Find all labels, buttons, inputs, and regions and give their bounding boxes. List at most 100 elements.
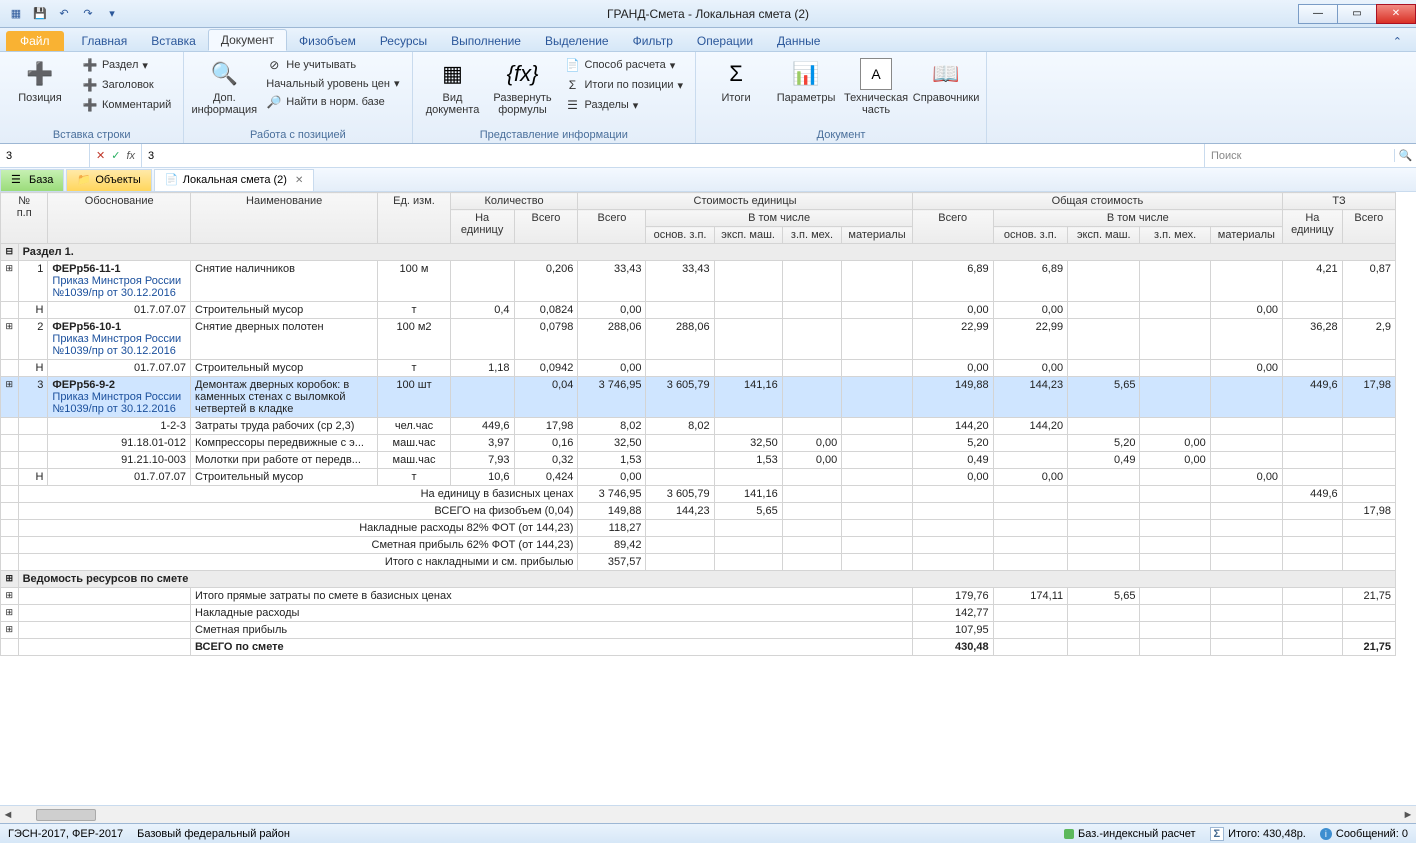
cell[interactable]: 0,16 <box>514 435 578 452</box>
cell[interactable] <box>842 520 912 537</box>
cell[interactable] <box>646 537 714 554</box>
total-row[interactable]: ⊞ Сметная прибыль 107,95 <box>1 622 1396 639</box>
tab-execution[interactable]: Выполнение <box>439 31 533 51</box>
cell[interactable] <box>1068 605 1140 622</box>
cell[interactable]: 6,89 <box>993 261 1068 302</box>
th-stoimed[interactable]: Стоимость единицы <box>578 193 912 210</box>
cell[interactable]: 144,23 <box>993 377 1068 418</box>
cell[interactable] <box>842 435 912 452</box>
status-calc-mode[interactable]: Баз.-индексный расчет <box>1064 828 1195 840</box>
komment-button[interactable]: ➕Комментарий <box>78 96 175 114</box>
cell[interactable] <box>646 554 714 571</box>
cell[interactable]: 0,00 <box>912 469 993 486</box>
cell[interactable] <box>1342 360 1395 377</box>
cell[interactable] <box>1283 360 1343 377</box>
cell[interactable]: 22,99 <box>912 319 993 360</box>
cell[interactable] <box>842 418 912 435</box>
cell[interactable] <box>842 554 912 571</box>
cell[interactable] <box>993 452 1068 469</box>
cell[interactable] <box>782 469 842 486</box>
cell[interactable] <box>1210 452 1282 469</box>
cell[interactable] <box>1210 261 1282 302</box>
th-kol-vsego[interactable]: Всего <box>514 210 578 244</box>
formula-input[interactable]: 3 <box>142 144 1204 167</box>
horizontal-scrollbar[interactable]: ◄ ► <box>0 805 1416 823</box>
cell[interactable] <box>450 261 514 302</box>
th-osnov[interactable]: основ. з.п. <box>646 227 714 244</box>
cell[interactable] <box>1283 520 1343 537</box>
total-row[interactable]: ⊞ Итого прямые затраты по смете в базисн… <box>1 588 1396 605</box>
cell[interactable]: 141,16 <box>714 377 782 418</box>
status-itogo[interactable]: ΣИтого: 430,48р. <box>1210 827 1306 841</box>
cell[interactable] <box>1283 503 1343 520</box>
cell[interactable] <box>993 554 1068 571</box>
cell[interactable] <box>993 503 1068 520</box>
cell[interactable]: 288,06 <box>646 319 714 360</box>
cell[interactable] <box>842 503 912 520</box>
cell[interactable]: 3 746,95 <box>578 486 646 503</box>
cell[interactable]: 144,23 <box>646 503 714 520</box>
cell[interactable] <box>1210 537 1282 554</box>
cell[interactable] <box>1283 622 1343 639</box>
th-obsh[interactable]: Общая стоимость <box>912 193 1282 210</box>
cell[interactable]: 0,32 <box>514 452 578 469</box>
cell[interactable]: 0,424 <box>514 469 578 486</box>
cell[interactable] <box>714 537 782 554</box>
cell[interactable] <box>1140 486 1210 503</box>
cell[interactable] <box>842 261 912 302</box>
cell[interactable] <box>1283 418 1343 435</box>
cell[interactable]: 0,00 <box>578 302 646 319</box>
cell[interactable]: 33,43 <box>646 261 714 302</box>
cell[interactable] <box>1342 622 1395 639</box>
cell[interactable] <box>1342 418 1395 435</box>
minimize-button[interactable]: — <box>1298 4 1338 24</box>
cell[interactable]: 0,00 <box>912 302 993 319</box>
cell[interactable]: 2,9 <box>1342 319 1395 360</box>
cell[interactable]: 288,06 <box>578 319 646 360</box>
cell[interactable]: 0,00 <box>578 360 646 377</box>
cell[interactable]: 174,11 <box>993 588 1068 605</box>
th-se-vsego[interactable]: Всего <box>578 210 646 244</box>
cell[interactable]: 144,20 <box>993 418 1068 435</box>
cell[interactable] <box>1068 503 1140 520</box>
cell[interactable] <box>1283 605 1343 622</box>
cell[interactable]: 8,02 <box>646 418 714 435</box>
cell[interactable] <box>1342 554 1395 571</box>
zagolovok-button[interactable]: ➕Заголовок <box>78 76 175 94</box>
cell[interactable]: 179,76 <box>912 588 993 605</box>
cell[interactable]: 118,27 <box>578 520 646 537</box>
cell[interactable] <box>842 360 912 377</box>
th-zpmeh[interactable]: з.п. мех. <box>782 227 842 244</box>
cell[interactable] <box>1210 486 1282 503</box>
cell[interactable]: 5,20 <box>912 435 993 452</box>
cell[interactable]: 5,65 <box>714 503 782 520</box>
cell[interactable] <box>1283 302 1343 319</box>
itogipoz-button[interactable]: ΣИтоги по позиции ▾ <box>561 76 688 94</box>
cell[interactable] <box>912 537 993 554</box>
cell[interactable]: 449,6 <box>450 418 514 435</box>
cell[interactable]: 149,88 <box>578 503 646 520</box>
close-tab-icon[interactable]: ✕ <box>295 175 303 186</box>
cell[interactable] <box>842 377 912 418</box>
param-button[interactable]: 📊Параметры <box>774 56 838 106</box>
cell[interactable] <box>646 520 714 537</box>
cell[interactable] <box>1283 639 1343 656</box>
th-ov-vsego[interactable]: Всего <box>912 210 993 244</box>
th-zpmeh2[interactable]: з.п. мех. <box>1140 227 1210 244</box>
cell[interactable] <box>1068 554 1140 571</box>
cell[interactable] <box>1140 605 1210 622</box>
tab-filter[interactable]: Фильтр <box>621 31 685 51</box>
cell[interactable] <box>1068 302 1140 319</box>
cell[interactable] <box>842 319 912 360</box>
cell[interactable]: 0,00 <box>1140 452 1210 469</box>
th-eksp[interactable]: эксп. маш. <box>714 227 782 244</box>
cell[interactable]: 32,50 <box>714 435 782 452</box>
cell[interactable] <box>782 520 842 537</box>
cell[interactable]: 0,00 <box>1140 435 1210 452</box>
position-row[interactable]: ⊞1 ФЕРр56-11-1Приказ Минстроя России №10… <box>1 261 1396 302</box>
cell[interactable]: 0,0824 <box>514 302 578 319</box>
cell[interactable] <box>1068 520 1140 537</box>
resource-row[interactable]: H 01.7.07.07Строительный мусорт 1,180,09… <box>1 360 1396 377</box>
cell[interactable] <box>1342 435 1395 452</box>
cell[interactable] <box>646 469 714 486</box>
